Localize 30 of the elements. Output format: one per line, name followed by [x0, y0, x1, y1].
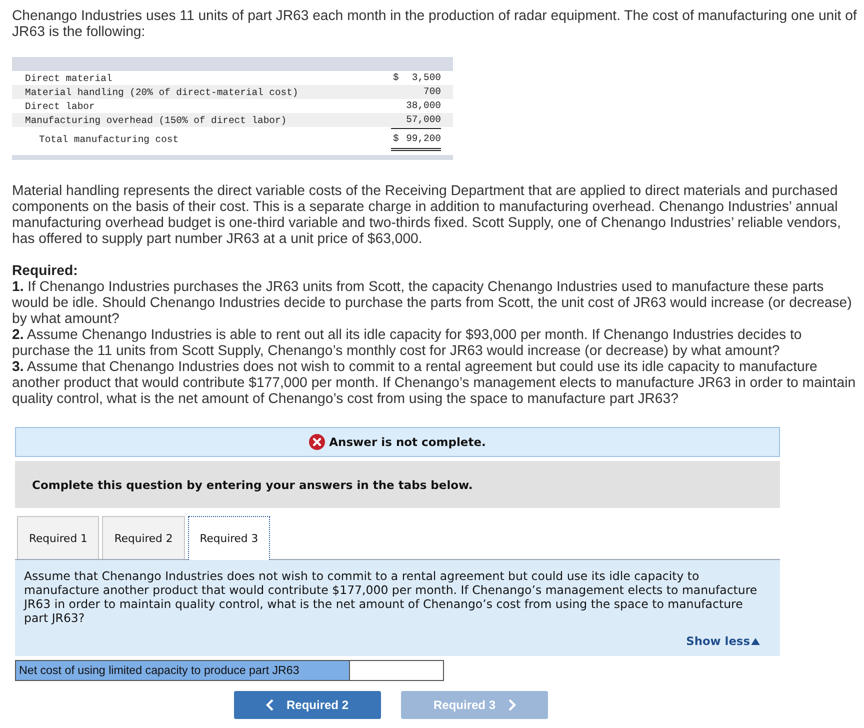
- required-heading: Required:: [12, 262, 79, 278]
- amount-cell: 700: [424, 86, 441, 98]
- instruction-text: Complete this question by entering your answers in the tabs below.: [32, 478, 473, 492]
- question-text: Assume that Chenango Industries does not wish to commit to a rental agreement but could use its idle capacity to manufacture another product that would contribute $177,000 per month. If Chenango’s management elects to manufacture JR63 in order to maintain quality control, what is the net amount of Chenango’s cost from using the space to manufacture part JR63?: [24, 569, 758, 625]
- table-cell-text: Material handling (20% of direct-material cost): [24, 86, 298, 98]
- currency-symbol: $: [392, 72, 399, 84]
- show-less-link[interactable]: Show less: [686, 634, 760, 648]
- requirement-text: 1. If Chenango Industries purchases the JR63 units from Scott, the capacity Chenango Industries used to manufacture these parts would be idle. Should Chenango Industries decide to purchase the parts from Scott, the unit cost of JR63 would increase (or decrease) by what amount?: [12, 278, 853, 326]
- amount-cell: 38,000: [406, 100, 441, 112]
- previous-button[interactable]: Required 2: [234, 691, 381, 719]
- table-cell-text: Manufacturing overhead (150% of direct labor): [24, 114, 287, 126]
- description-text: Material handling represents the direct variable costs of the Receiving Department that are applied to direct materials and purchased components on the basis of their cost. This is a separate charge in addition to manufacturing overhead. Chenango Industries’ annual manufacturing overhead budget is one-third variable and two-thirds fixed. Scott Supply, one of Chenango Industries’ reliable vendors, has offered to supply part number JR63 at a unit price of $63,000.: [12, 182, 842, 246]
- amount-cell: 99,200: [406, 133, 441, 145]
- amount-cell: 3,500: [412, 72, 441, 84]
- chevron-right-icon: [508, 699, 516, 711]
- intro-text: Chenango Industries uses 11 units of part JR63 each month in the production of radar equipment. The cost of manufacturing one unit of JR63 is the following:: [12, 7, 858, 39]
- table-cell-text: Direct labor: [24, 100, 95, 112]
- answer-field[interactable]: [350, 660, 444, 681]
- tab[interactable]: Required 1: [17, 516, 100, 559]
- amount-cell: 57,000: [406, 114, 441, 126]
- chevron-left-icon: [266, 699, 274, 711]
- requirement-text: 2. Assume Chenango Industries is able to rent out all its idle capacity for $93,000 per month. If Chenango Industries decides to purchase the 11 units from Scott Supply, Chenango’s monthly cost for JR63 would increase (or decrease) by what amount?: [12, 326, 803, 358]
- table-cell-text: Direct material: [24, 72, 112, 84]
- requirement-text: 3. Assume that Chenango Industries does not wish to commit to a rental agreement but could use its idle capacity to manufacture another product that would contribute $177,000 per month. If Chenango’s management elects to manufacture JR63 in order to maintain quality control, what is the net amount of Chenango’s cost from using the space to manufacture part JR63?: [12, 358, 857, 406]
- currency-symbol: $: [392, 133, 399, 145]
- tab[interactable]: Required 3: [188, 516, 270, 560]
- tab[interactable]: Required 2: [102, 516, 185, 559]
- answer-label: Net cost of using limited capacity to produce part JR63: [15, 660, 350, 681]
- status-text: Answer is not complete.: [329, 435, 486, 449]
- table-cell-text: Total manufacturing cost: [38, 134, 179, 145]
